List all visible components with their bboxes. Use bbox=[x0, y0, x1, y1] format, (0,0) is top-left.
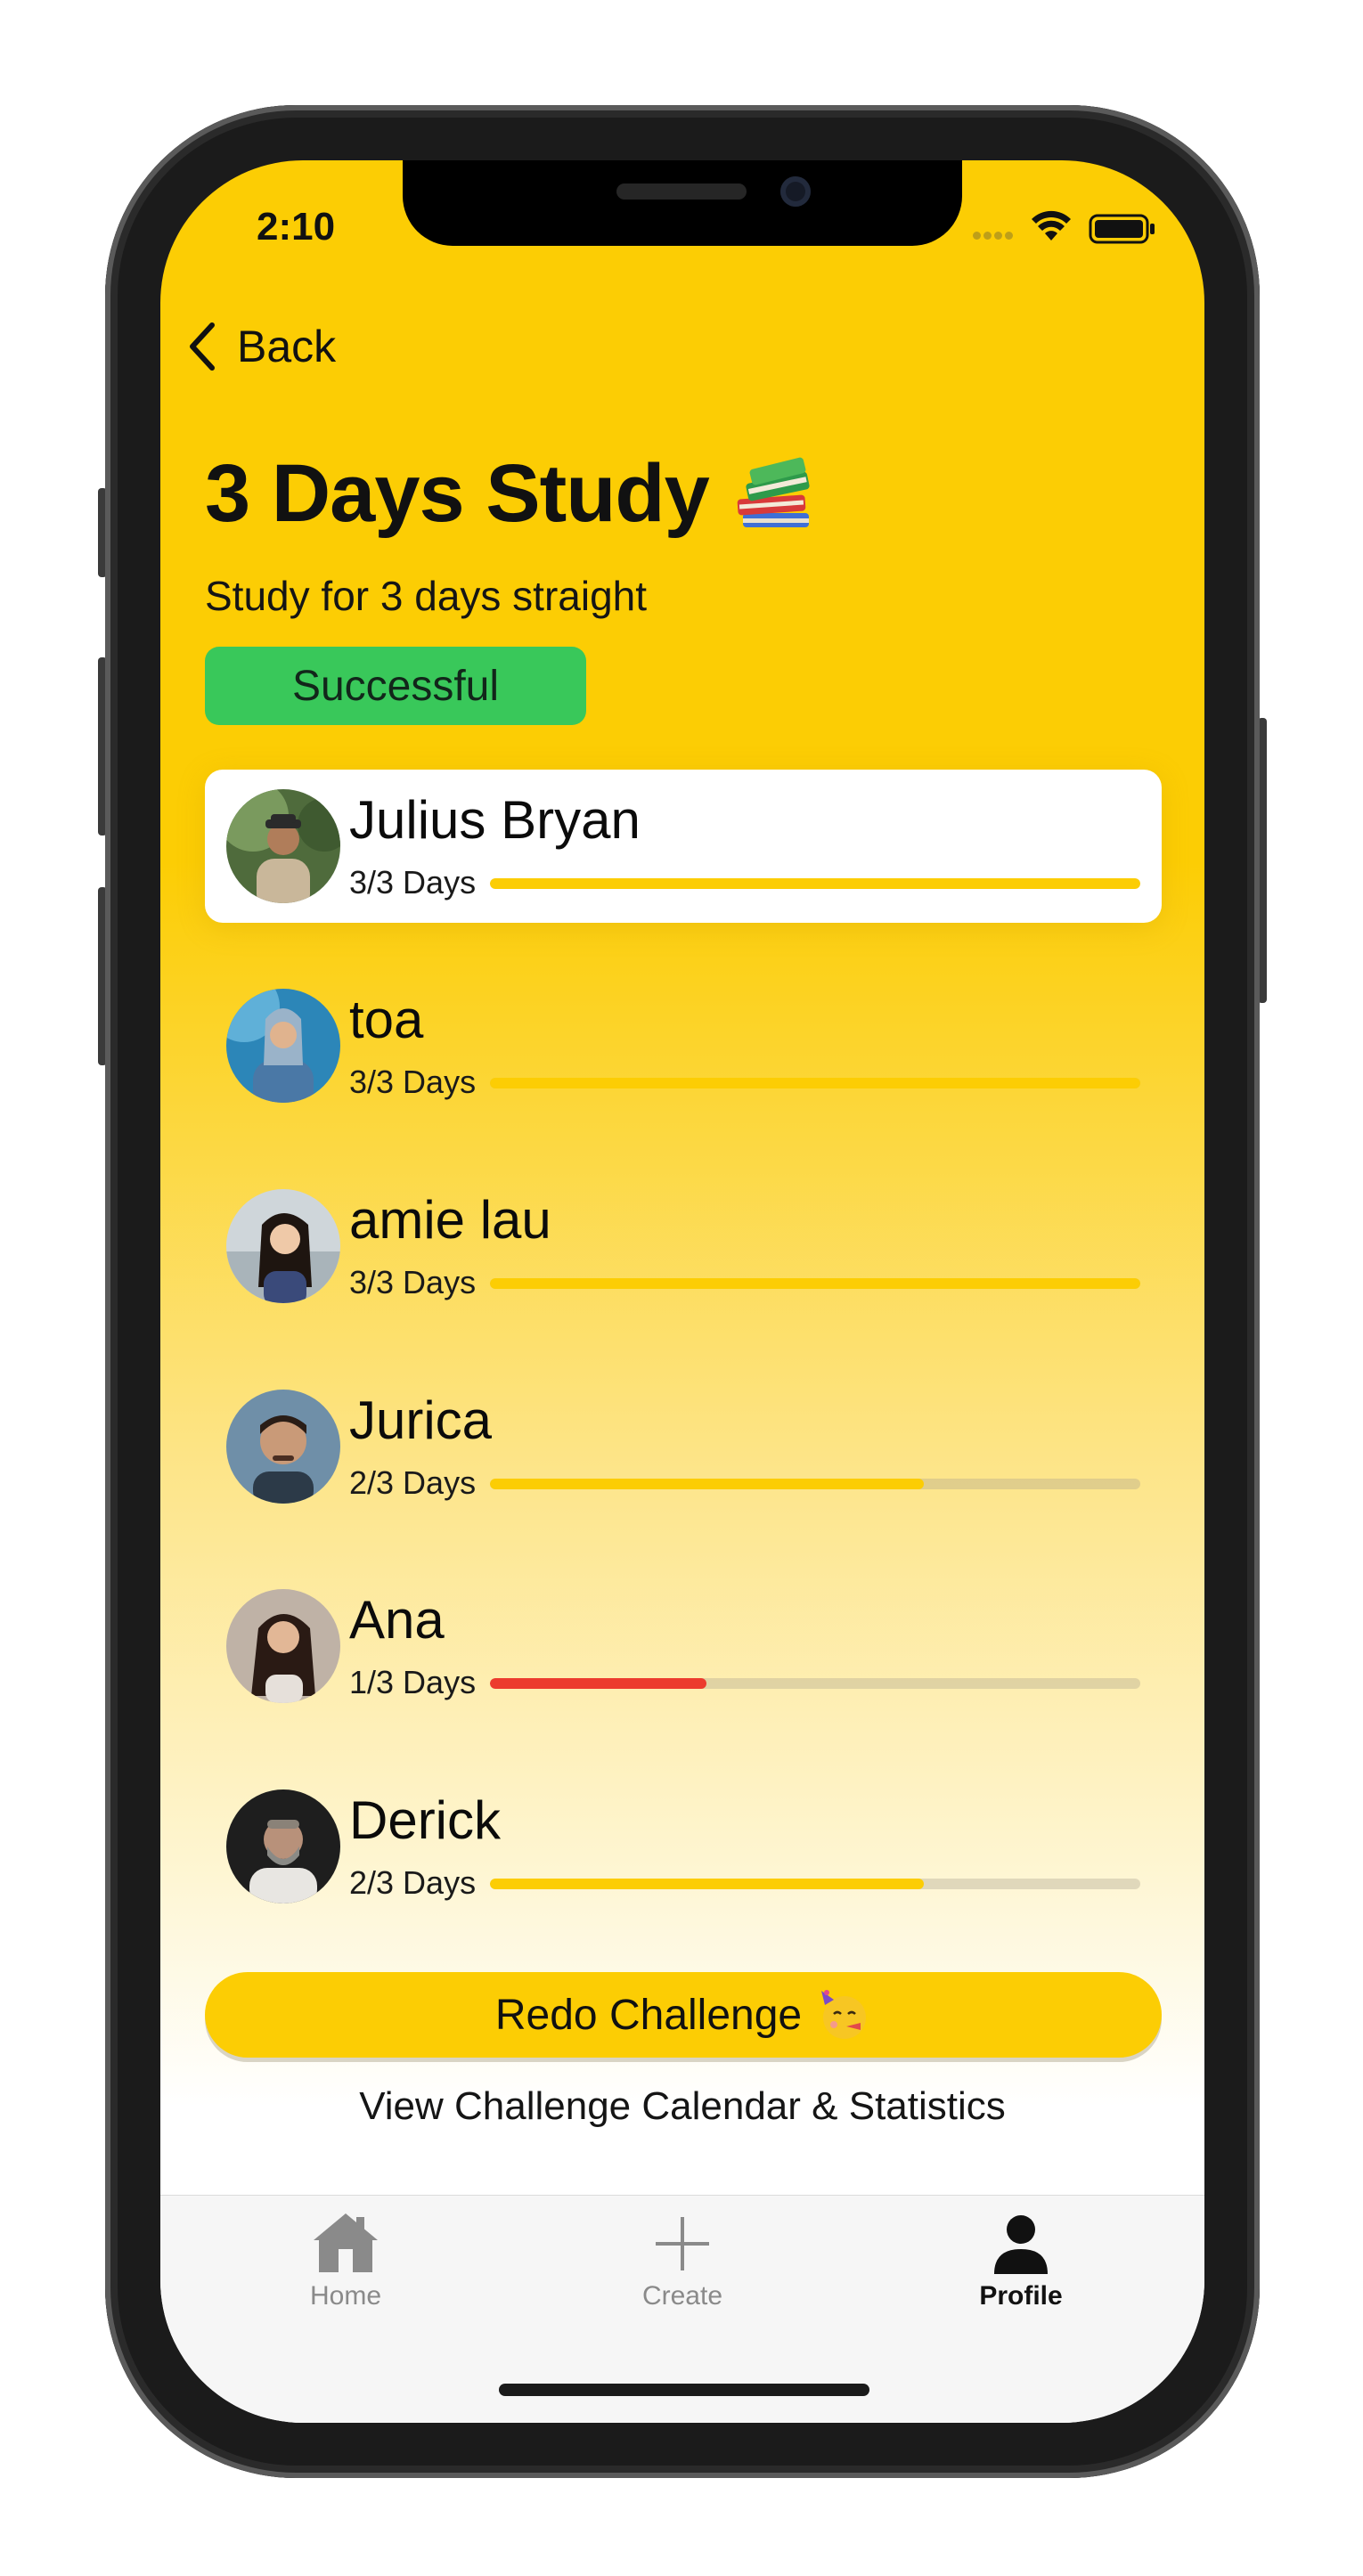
back-label: Back bbox=[237, 322, 337, 371]
progress-track bbox=[490, 878, 1140, 889]
progress-track bbox=[490, 1479, 1140, 1489]
tab-create[interactable]: Create bbox=[593, 2208, 771, 2324]
participant-row[interactable]: Julius Bryan 3/3 Days bbox=[205, 770, 1162, 923]
tab-label: Profile bbox=[979, 2281, 1063, 2311]
phone-screen: 2:10 Back 3 Days Study Study for 3 days … bbox=[160, 160, 1204, 2423]
avatar bbox=[226, 1189, 340, 1303]
avatar bbox=[226, 1589, 340, 1703]
progress-fill bbox=[490, 1078, 1140, 1088]
books-icon bbox=[737, 457, 810, 527]
back-button[interactable]: Back bbox=[185, 315, 336, 378]
participant-progress-text: 3/3 Days bbox=[349, 864, 477, 901]
progress-fill bbox=[490, 1879, 924, 1889]
page: 2:10 Back 3 Days Study Study for 3 days … bbox=[0, 0, 1363, 2576]
avatar bbox=[226, 789, 340, 903]
notch bbox=[403, 160, 962, 246]
home-indicator bbox=[499, 2384, 869, 2396]
tab-label: Create bbox=[641, 2281, 723, 2311]
participant-name: Jurica bbox=[349, 1390, 493, 1450]
participant-row[interactable]: Ana 1/3 Days bbox=[205, 1569, 1162, 1723]
progress-track bbox=[490, 1879, 1140, 1889]
redo-challenge-label: Redo Challenge bbox=[494, 1991, 803, 2039]
front-camera bbox=[780, 176, 811, 207]
redo-challenge-button[interactable]: Redo Challenge bbox=[205, 1972, 1162, 2058]
progress-fill bbox=[490, 1678, 707, 1689]
tab-home[interactable]: Home bbox=[257, 2208, 435, 2324]
participant-progress-text: 3/3 Days bbox=[349, 1064, 477, 1100]
view-calendar-link[interactable]: View Challenge Calendar & Statistics bbox=[160, 2084, 1204, 2129]
tab-profile[interactable]: Profile bbox=[932, 2208, 1110, 2324]
speaker-grille bbox=[616, 183, 747, 200]
participant-progress-text: 3/3 Days bbox=[349, 1264, 477, 1300]
chevron-left-icon bbox=[190, 322, 215, 371]
home-icon bbox=[314, 2213, 378, 2272]
participant-name: toa bbox=[349, 990, 424, 1049]
progress-fill bbox=[490, 878, 1140, 889]
progress-fill bbox=[490, 1278, 1140, 1289]
participant-row[interactable]: Jurica 2/3 Days bbox=[205, 1370, 1162, 1523]
progress-track bbox=[490, 1278, 1140, 1289]
wifi-icon bbox=[1032, 210, 1071, 240]
tab-label: Home bbox=[309, 2281, 382, 2311]
progress-track bbox=[490, 1678, 1140, 1689]
cellular-dots-icon bbox=[973, 232, 1016, 242]
plus-icon bbox=[656, 2217, 709, 2270]
title-row: 3 Days Study bbox=[205, 447, 812, 541]
avatar bbox=[226, 1789, 340, 1903]
participant-name: Julius Bryan bbox=[349, 790, 641, 850]
challenge-description: Study for 3 days straight bbox=[205, 573, 648, 619]
participant-row[interactable]: Derick 2/3 Days bbox=[205, 1770, 1162, 1923]
progress-track bbox=[490, 1078, 1140, 1088]
page-title: 3 Days Study bbox=[205, 448, 710, 539]
status-time: 2:10 bbox=[257, 205, 336, 249]
participant-progress-text: 2/3 Days bbox=[349, 1864, 477, 1901]
avatar bbox=[226, 1390, 340, 1504]
participant-name: amie lau bbox=[349, 1190, 551, 1250]
progress-fill bbox=[490, 1479, 924, 1489]
battery-icon bbox=[1089, 214, 1155, 244]
party-face-icon bbox=[821, 1990, 867, 2039]
participant-progress-text: 1/3 Days bbox=[349, 1664, 477, 1700]
participant-progress-text: 2/3 Days bbox=[349, 1464, 477, 1501]
participant-name: Derick bbox=[349, 1790, 502, 1850]
participant-row[interactable]: amie lau 3/3 Days bbox=[205, 1170, 1162, 1323]
avatar bbox=[226, 989, 340, 1103]
person-icon bbox=[994, 2215, 1048, 2274]
participant-row[interactable]: toa 3/3 Days bbox=[205, 969, 1162, 1122]
status-badge: Successful bbox=[205, 647, 586, 725]
participant-name: Ana bbox=[349, 1590, 445, 1650]
